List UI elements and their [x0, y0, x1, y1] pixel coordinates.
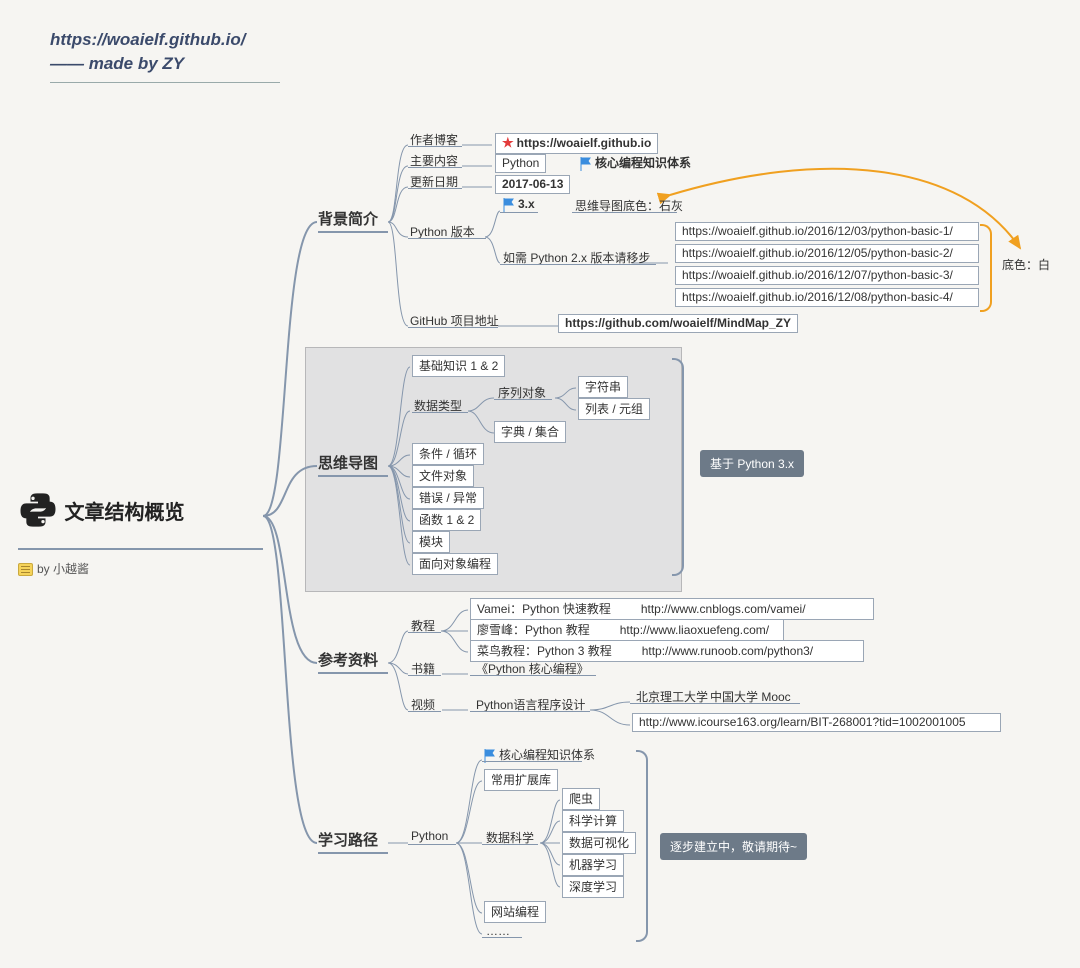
bg-link-4[interactable]: https://woaielf.github.io/2016/12/08/pyt…	[675, 288, 979, 307]
flag-icon	[503, 198, 515, 212]
bg-blog-url[interactable]: ★https://woaielf.github.io	[495, 133, 658, 154]
flag-icon	[580, 157, 592, 171]
mind-oop: 面向对象编程	[412, 553, 498, 575]
branch-mind[interactable]: 思维导图	[318, 452, 388, 477]
root-title: 文章结构概览	[64, 496, 184, 525]
header-underline	[50, 82, 280, 83]
header: https://woaielf.github.io/ —— made by ZY	[50, 28, 280, 83]
path-ds-4: 机器学习	[562, 854, 624, 876]
path-ds-5: 深度学习	[562, 876, 624, 898]
path-lib: 常用扩展库	[484, 769, 558, 791]
path-ds-3: 数据可视化	[562, 832, 636, 854]
path-web: 网站编程	[484, 901, 546, 923]
ref-vid-url[interactable]: http://www.icourse163.org/learn/BIT-2680…	[632, 713, 1001, 732]
header-url: https://woaielf.github.io/	[50, 28, 280, 52]
mind-mod: 模块	[412, 531, 450, 553]
ref-t2[interactable]: 廖雪峰：Python 教程http://www.liaoxuefeng.com/	[470, 619, 784, 641]
branch-path[interactable]: 学习路径	[318, 829, 388, 854]
mind-str: 字符串	[578, 376, 628, 398]
mind-file: 文件对象	[412, 465, 474, 487]
bg-ver-3x: 3.x	[503, 197, 535, 212]
mind-basic: 基础知识 1 & 2	[412, 355, 505, 377]
bg-link-3[interactable]: https://woaielf.github.io/2016/12/07/pyt…	[675, 266, 979, 285]
mind-list: 列表 / 元组	[578, 398, 650, 420]
path-ds-1: 爬虫	[562, 788, 600, 810]
ref-t1[interactable]: Vamei：Python 快速教程http://www.cnblogs.com/…	[470, 598, 874, 620]
python-icon	[18, 490, 58, 530]
bg-content-val: Python	[495, 154, 546, 173]
bracket-path	[636, 750, 648, 942]
mind-dict: 字典 / 集合	[494, 421, 566, 443]
root-node[interactable]: 文章结构概览	[18, 490, 184, 530]
mind-err: 错误 / 异常	[412, 487, 484, 509]
bg-content-flag: 核心编程知识体系	[580, 154, 691, 171]
header-by: —— made by ZY	[50, 52, 280, 76]
root-underline	[18, 548, 263, 550]
ref-t3[interactable]: 菜鸟教程：Python 3 教程http://www.runoob.com/py…	[470, 640, 864, 662]
star-icon: ★	[502, 135, 514, 150]
mind-func: 函数 1 & 2	[412, 509, 481, 531]
path-py: Python	[411, 829, 448, 843]
bg-link-1[interactable]: https://woaielf.github.io/2016/12/03/pyt…	[675, 222, 979, 241]
bracket-mind	[672, 358, 684, 576]
mind-note: 基于 Python 3.x	[700, 450, 804, 477]
root-author: by 小越酱	[18, 560, 89, 577]
mind-cond: 条件 / 循环	[412, 443, 484, 465]
bg-date-val: 2017-06-13	[495, 175, 570, 194]
path-ds-2: 科学计算	[562, 810, 624, 832]
bg-github-url[interactable]: https://github.com/woaielf/MindMap_ZY	[558, 314, 798, 333]
bg-white-note: 底色：白	[1002, 256, 1050, 273]
path-note: 逐步建立中，敬请期待~	[660, 833, 807, 860]
bracket-orange	[980, 224, 992, 312]
note-icon	[18, 563, 33, 576]
branch-bg[interactable]: 背景简介	[318, 208, 388, 233]
path-more: ……	[486, 924, 510, 938]
bg-link-2[interactable]: https://woaielf.github.io/2016/12/05/pyt…	[675, 244, 979, 263]
branch-ref[interactable]: 参考资料	[318, 649, 388, 674]
